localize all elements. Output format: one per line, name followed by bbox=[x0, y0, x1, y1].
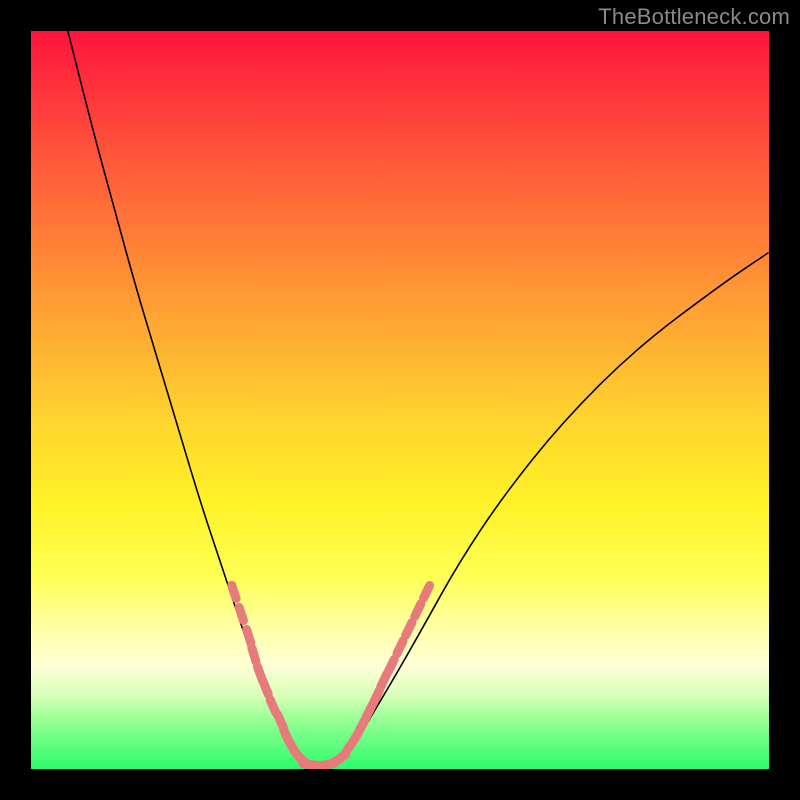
curve-group bbox=[68, 31, 769, 765]
data-point bbox=[252, 648, 256, 661]
data-point bbox=[388, 659, 394, 672]
data-point bbox=[406, 622, 412, 635]
data-point bbox=[415, 604, 421, 617]
data-point bbox=[373, 690, 379, 703]
data-point-group bbox=[232, 585, 430, 766]
data-point bbox=[397, 641, 403, 654]
data-point bbox=[366, 705, 372, 718]
chart-svg-layer bbox=[31, 31, 769, 769]
data-point bbox=[239, 607, 243, 620]
data-point bbox=[270, 700, 276, 713]
data-point bbox=[424, 586, 430, 599]
data-point bbox=[358, 720, 365, 732]
data-point bbox=[381, 674, 387, 687]
chart-frame: TheBottleneck.com bbox=[0, 0, 800, 800]
data-point bbox=[232, 585, 236, 598]
data-point bbox=[263, 681, 268, 694]
watermark-text: TheBottleneck.com bbox=[598, 4, 790, 30]
bottleneck-curve bbox=[68, 31, 769, 765]
data-point bbox=[247, 629, 251, 642]
